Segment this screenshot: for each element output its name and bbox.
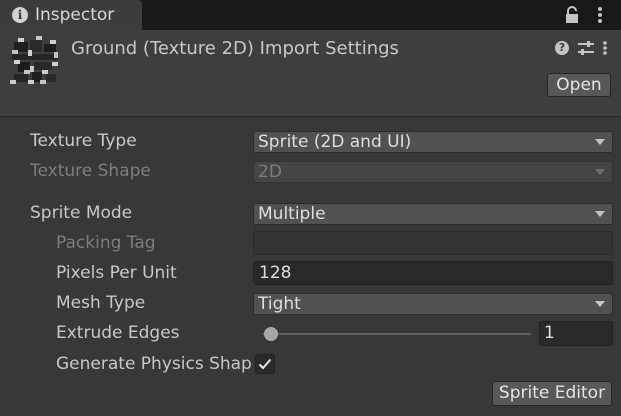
texture-shape-dropdown: 2D <box>253 161 613 183</box>
info-icon: i <box>12 7 28 23</box>
asset-title: Ground (Texture 2D) Import Settings <box>71 38 399 59</box>
kebab-menu-icon[interactable] <box>602 40 608 56</box>
texture-type-dropdown[interactable]: Sprite (2D and UI) <box>253 131 613 153</box>
sprite-editor-button[interactable]: Sprite Editor <box>492 381 612 406</box>
divider <box>0 116 621 117</box>
help-icon[interactable]: ? <box>555 41 569 55</box>
sprite-mode-label: Sprite Mode <box>30 203 133 223</box>
tab-bar: i Inspector <box>0 0 621 30</box>
extrude-edges-label: Extrude Edges <box>56 323 180 343</box>
mesh-type-dropdown[interactable]: Tight <box>253 293 613 315</box>
lock-icon[interactable] <box>564 6 580 24</box>
kebab-menu-icon[interactable] <box>595 4 605 26</box>
pixels-per-unit-field[interactable]: 128 <box>253 261 613 285</box>
dropdown-arrow-icon <box>595 301 605 307</box>
dropdown-arrow-icon <box>595 211 605 217</box>
tab-inspector[interactable]: i Inspector <box>0 0 142 30</box>
sprite-mode-value: Multiple <box>258 204 326 224</box>
texture-type-label: Texture Type <box>30 131 137 151</box>
texture-shape-value: 2D <box>258 162 282 182</box>
tab-title: Inspector <box>35 5 115 25</box>
packing-tag-field <box>253 231 613 255</box>
extrude-edges-slider-track[interactable] <box>263 333 531 335</box>
preset-icon[interactable] <box>577 40 595 56</box>
generate-physics-shape-label: Generate Physics Shape <box>56 354 252 374</box>
dropdown-arrow-icon <box>595 169 605 175</box>
checkmark-icon <box>258 358 272 370</box>
sprite-mode-dropdown[interactable]: Multiple <box>253 203 613 225</box>
dropdown-arrow-icon <box>595 139 605 145</box>
pixels-per-unit-label: Pixels Per Unit <box>56 263 177 283</box>
extrude-edges-slider-thumb[interactable] <box>264 327 278 341</box>
pixels-per-unit-value: 128 <box>259 263 292 283</box>
extrude-edges-value: 1 <box>544 323 555 343</box>
mesh-type-value: Tight <box>258 294 301 314</box>
generate-physics-shape-checkbox[interactable] <box>255 354 275 374</box>
texture-asset-icon <box>10 36 58 84</box>
mesh-type-label: Mesh Type <box>56 293 146 313</box>
extrude-edges-field[interactable]: 1 <box>539 321 613 346</box>
texture-shape-label: Texture Shape <box>30 161 151 181</box>
texture-type-value: Sprite (2D and UI) <box>258 132 412 152</box>
open-button[interactable]: Open <box>547 73 611 97</box>
packing-tag-label: Packing Tag <box>56 233 156 253</box>
